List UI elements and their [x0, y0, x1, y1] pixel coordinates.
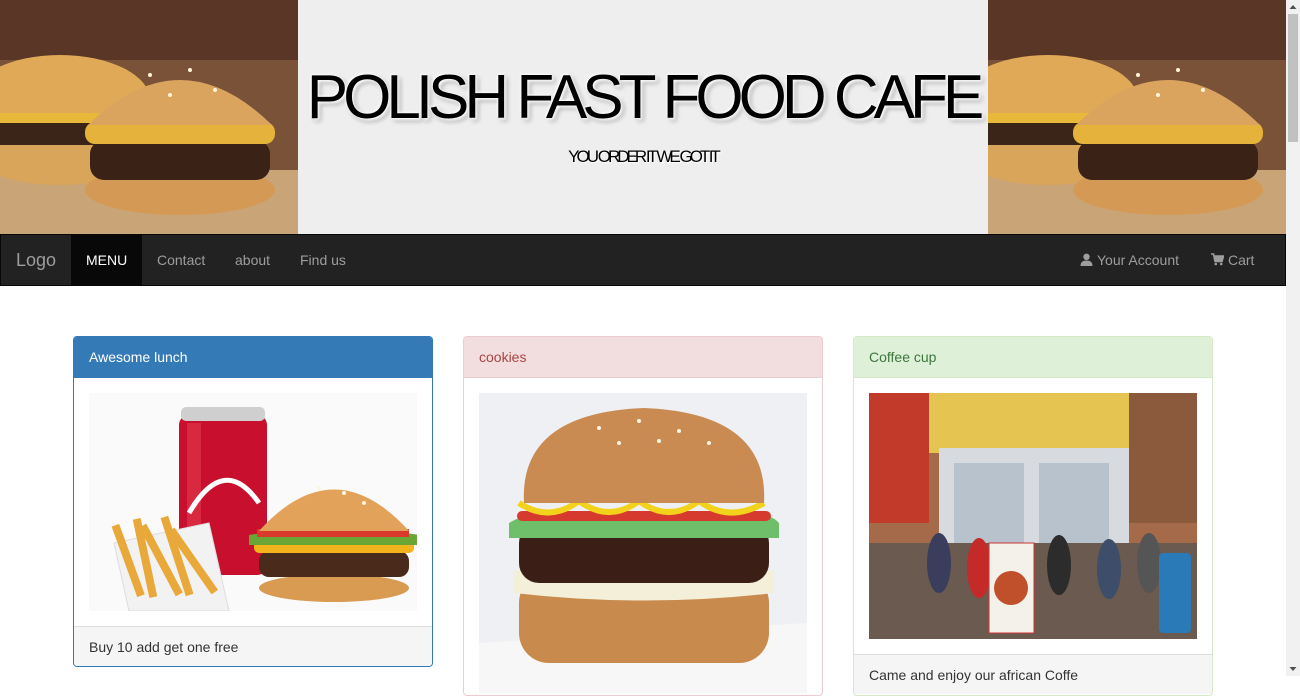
scroll-down-arrow-icon[interactable]	[1286, 662, 1300, 676]
cola-burger-fries-image	[89, 393, 417, 611]
page-scrollbar[interactable]	[1286, 0, 1300, 676]
nav-item-find-us[interactable]: Find us	[285, 235, 361, 285]
shopping-cart-icon	[1211, 236, 1225, 286]
hero-subtitle: YOU ORDER IT WE GOT IT	[568, 147, 721, 166]
panel-heading: Coffee cup	[854, 337, 1212, 378]
panel-heading: Awesome lunch	[74, 337, 432, 378]
hero-title-box: POLISH FAST FOOD CAFE YOU ORDER IT WE GO…	[298, 0, 988, 234]
user-icon	[1080, 236, 1093, 286]
nav-item-cart[interactable]: Cart	[1196, 235, 1269, 285]
nav-item-about[interactable]: about	[220, 235, 285, 285]
hero-banner: POLISH FAST FOOD CAFE YOU ORDER IT WE GO…	[0, 0, 1286, 234]
panel-coffee-cup: Coffee cup Came and enjoy our african Co…	[853, 336, 1213, 696]
panel-footer: Came and enjoy our african Coffe	[854, 654, 1212, 694]
panel-heading: cookies	[464, 337, 822, 378]
navbar-brand-logo[interactable]: Logo	[1, 235, 71, 285]
scroll-up-arrow-icon[interactable]	[1286, 0, 1300, 14]
scrollbar-thumb[interactable]	[1288, 14, 1298, 142]
kapkata-shop-image	[869, 393, 1197, 639]
nav-item-menu[interactable]: MENU	[71, 235, 143, 285]
nav-item-your-account[interactable]: Your Account	[1065, 235, 1194, 285]
panel-awesome-lunch: Awesome lunch Buy 10 add get one free	[73, 336, 433, 667]
nav-item-contact[interactable]: Contact	[142, 235, 220, 285]
burger-cake-image	[479, 393, 807, 693]
hero-right-burger-image	[988, 0, 1286, 234]
panel-cookies: cookies	[463, 336, 823, 696]
panel-footer: Buy 10 add get one free	[74, 626, 432, 666]
hero-title: POLISH FAST FOOD CAFE	[306, 63, 984, 132]
your-account-label: Your Account	[1097, 252, 1179, 268]
main-navbar: Logo MENU Contact about Find us Your Acc…	[0, 234, 1286, 286]
hero-left-burger-image	[0, 0, 298, 234]
cart-label: Cart	[1228, 252, 1255, 268]
